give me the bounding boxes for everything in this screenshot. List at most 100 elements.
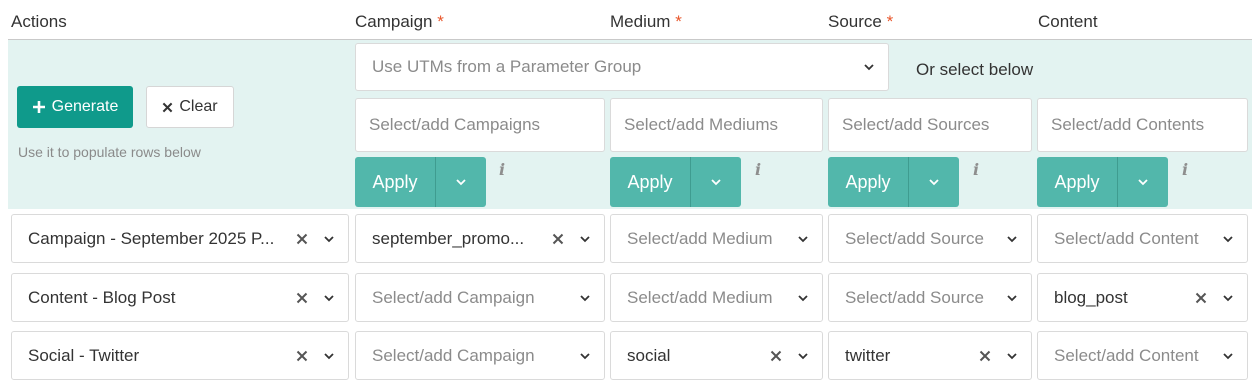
row-source-select[interactable]: twitter (828, 331, 1032, 380)
source-apply-group: Apply (828, 157, 959, 207)
header-content: Content (1038, 12, 1098, 31)
campaign-apply-button[interactable]: Apply (355, 157, 435, 207)
clear-icon[interactable] (770, 350, 782, 362)
info-icon[interactable]: i (755, 160, 761, 179)
row-action-value: Campaign - September 2025 P... (28, 228, 275, 248)
medium-apply-group: Apply (610, 157, 741, 207)
contents-placeholder: Select/add Contents (1051, 115, 1205, 134)
row-action-select[interactable]: Social - Twitter (11, 331, 349, 380)
header-actions: Actions (11, 12, 67, 31)
chevron-down-icon[interactable] (796, 349, 810, 363)
chevron-down-icon[interactable] (1221, 232, 1235, 246)
chevron-down-icon (1138, 179, 1148, 186)
chevron-down-icon[interactable] (1005, 291, 1019, 305)
clear-label: Clear (179, 98, 218, 115)
campaigns-select[interactable]: Select/add Campaigns (355, 98, 605, 152)
row-campaign-select[interactable]: Select/add Campaign (355, 331, 605, 380)
mediums-placeholder: Select/add Mediums (624, 115, 779, 134)
row-content-placeholder: Select/add Content (1054, 345, 1199, 365)
clear-icon[interactable] (979, 350, 991, 362)
sources-placeholder: Select/add Sources (842, 115, 990, 134)
chevron-down-icon (929, 179, 939, 186)
chevron-down-icon[interactable] (322, 291, 336, 305)
clear-icon[interactable] (552, 233, 564, 245)
clear-icon[interactable] (296, 292, 308, 304)
contents-select[interactable]: Select/add Contents (1037, 98, 1248, 152)
campaigns-placeholder: Select/add Campaigns (369, 115, 541, 134)
required-mark: * (437, 12, 444, 31)
row-content-select[interactable]: Select/add Content (1037, 331, 1248, 380)
row-medium-select[interactable]: social (610, 331, 823, 380)
parameter-group-placeholder: Use UTMs from a Parameter Group (372, 57, 642, 76)
generate-label: Generate (51, 98, 119, 115)
clear-icon[interactable] (1195, 292, 1207, 304)
header-medium-label: Medium (610, 12, 671, 31)
mediums-select[interactable]: Select/add Mediums (610, 98, 823, 152)
clear-button[interactable]: Clear (146, 86, 234, 128)
chevron-down-icon[interactable] (1221, 349, 1235, 363)
chevron-down-icon (456, 179, 466, 186)
row-source-placeholder: Select/add Source (845, 228, 984, 248)
chevron-down-icon[interactable] (322, 232, 336, 246)
row-source-select[interactable]: Select/add Source (828, 273, 1032, 322)
content-apply-button[interactable]: Apply (1037, 157, 1117, 207)
header-campaign: Campaign * (355, 12, 444, 32)
row-content-value: blog_post (1054, 287, 1128, 307)
content-apply-group: Apply (1037, 157, 1168, 207)
chevron-down-icon[interactable] (578, 349, 592, 363)
chevron-down-icon[interactable] (1221, 291, 1235, 305)
info-icon[interactable]: i (499, 160, 505, 179)
row-medium-placeholder: Select/add Medium (627, 228, 773, 248)
info-icon[interactable]: i (973, 160, 979, 179)
chevron-down-icon[interactable] (578, 232, 592, 246)
chevron-down-icon (864, 64, 874, 71)
row-content-select[interactable]: blog_post (1037, 273, 1248, 322)
parameter-group-select[interactable]: Use UTMs from a Parameter Group (355, 43, 889, 91)
chevron-down-icon[interactable] (1005, 232, 1019, 246)
source-apply-button[interactable]: Apply (828, 157, 908, 207)
row-action-select[interactable]: Campaign - September 2025 P... (11, 214, 349, 263)
row-medium-select[interactable]: Select/add Medium (610, 214, 823, 263)
chevron-down-icon[interactable] (796, 232, 810, 246)
header-source-label: Source (828, 12, 882, 31)
row-source-value: twitter (845, 345, 891, 365)
chevron-down-icon[interactable] (322, 349, 336, 363)
row-campaign-select[interactable]: september_promo... (355, 214, 605, 263)
or-select-label: Or select below (916, 60, 1034, 79)
header-source: Source * (828, 12, 893, 32)
info-icon[interactable]: i (1182, 160, 1188, 179)
generate-button[interactable]: Generate (17, 86, 133, 128)
row-content-placeholder: Select/add Content (1054, 228, 1199, 248)
close-icon (163, 102, 173, 112)
row-medium-placeholder: Select/add Medium (627, 287, 773, 307)
clear-icon[interactable] (296, 350, 308, 362)
row-action-select[interactable]: Content - Blog Post (11, 273, 349, 322)
row-source-select[interactable]: Select/add Source (828, 214, 1032, 263)
campaign-apply-group: Apply (355, 157, 486, 207)
row-source-placeholder: Select/add Source (845, 287, 984, 307)
chevron-down-icon (711, 179, 721, 186)
required-mark: * (886, 12, 894, 31)
chevron-down-icon[interactable] (578, 291, 592, 305)
row-campaign-select[interactable]: Select/add Campaign (355, 273, 605, 322)
row-campaign-placeholder: Select/add Campaign (372, 345, 535, 365)
required-mark: * (675, 12, 682, 31)
row-medium-select[interactable]: Select/add Medium (610, 273, 823, 322)
row-campaign-placeholder: Select/add Campaign (372, 287, 535, 307)
sources-select[interactable]: Select/add Sources (828, 98, 1032, 152)
row-action-value: Social - Twitter (28, 345, 140, 365)
campaign-apply-dropdown[interactable] (436, 157, 486, 207)
row-campaign-value: september_promo... (372, 228, 525, 248)
source-apply-dropdown[interactable] (909, 157, 959, 207)
medium-apply-button[interactable]: Apply (610, 157, 690, 207)
clear-icon[interactable] (296, 233, 308, 245)
chevron-down-icon[interactable] (1005, 349, 1019, 363)
header-medium: Medium * (610, 12, 682, 32)
header-campaign-label: Campaign (355, 12, 433, 31)
medium-apply-dropdown[interactable] (691, 157, 741, 207)
row-action-value: Content - Blog Post (28, 287, 176, 307)
row-content-select[interactable]: Select/add Content (1037, 214, 1248, 263)
row-medium-value: social (627, 345, 671, 365)
chevron-down-icon[interactable] (796, 291, 810, 305)
content-apply-dropdown[interactable] (1118, 157, 1168, 207)
